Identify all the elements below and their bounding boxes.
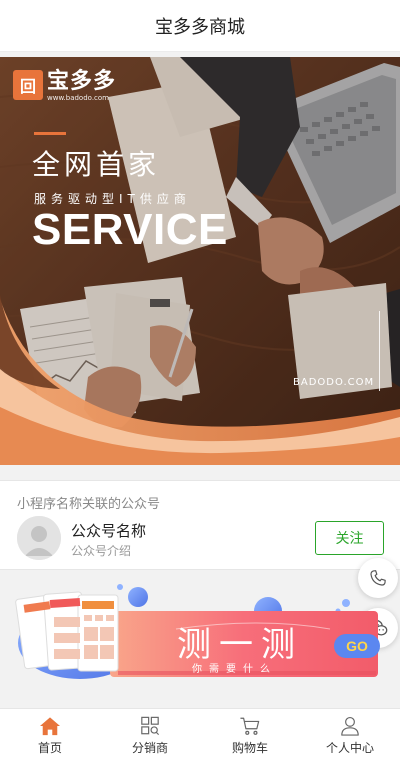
cart-icon [240,717,260,735]
logo-url: www.badodo.com [47,94,109,102]
promo-title: 测一测 [177,625,303,665]
tab-label: 购物车 [231,741,268,755]
promo-subtitle: 你需要什么 [192,664,277,675]
user-placeholder-icon [17,516,61,560]
tab-cart[interactable]: 购物车 [200,709,300,760]
official-account-label: 小程序名称关联的公众号 [17,497,161,512]
promo-phone-mockups [15,591,119,672]
home-icon [40,717,60,736]
tab-distributor[interactable]: 分销商 [100,709,200,760]
hero-accent-line [34,132,66,135]
promo-go-button[interactable]: GO [334,634,380,658]
user-icon [341,716,359,736]
top-nav-bar: 宝多多商城 [0,0,400,52]
hero-headline: 全网首家 [32,148,161,181]
tab-label: 个人中心 [325,741,374,755]
app-page: 宝多多商城 回 宝多多 www.badodo.com 全网首家 服务驱动型IT供… [0,0,400,760]
logo-name: 宝多多 [47,69,117,94]
tab-label: 分销商 [131,741,168,755]
hero-big-text: SERVICE [32,205,228,254]
tab-label: 首页 [37,741,62,755]
brand-logo: 回 宝多多 www.badodo.com [13,70,116,103]
logo-mark: 回 [13,70,43,100]
hero-brand-text: BADODO.COM [293,377,375,388]
follow-button[interactable]: 关注 [315,521,384,555]
tab-profile[interactable]: 个人中心 [300,709,400,760]
official-account-description: 公众号介绍 [71,544,132,558]
promo-banner[interactable]: 测一测 你需要什么 GO [0,577,400,705]
hero-banner[interactable]: 回 宝多多 www.badodo.com 全网首家 服务驱动型IT供应商 SER… [0,57,400,465]
tab-home[interactable]: 首页 [0,709,100,760]
hero-background-illustration [0,57,400,465]
page-title: 宝多多商城 [155,16,245,38]
official-account-card: 小程序名称关联的公众号 公众号名称 公众号介绍 关注 [0,480,400,570]
grid-search-icon [141,716,160,736]
hero-vertical-line [379,311,380,391]
bottom-tab-bar: 首页 分销商 购物车 个人中心 [0,708,400,760]
official-account-name: 公众号名称 [71,522,147,540]
avatar [17,516,61,560]
